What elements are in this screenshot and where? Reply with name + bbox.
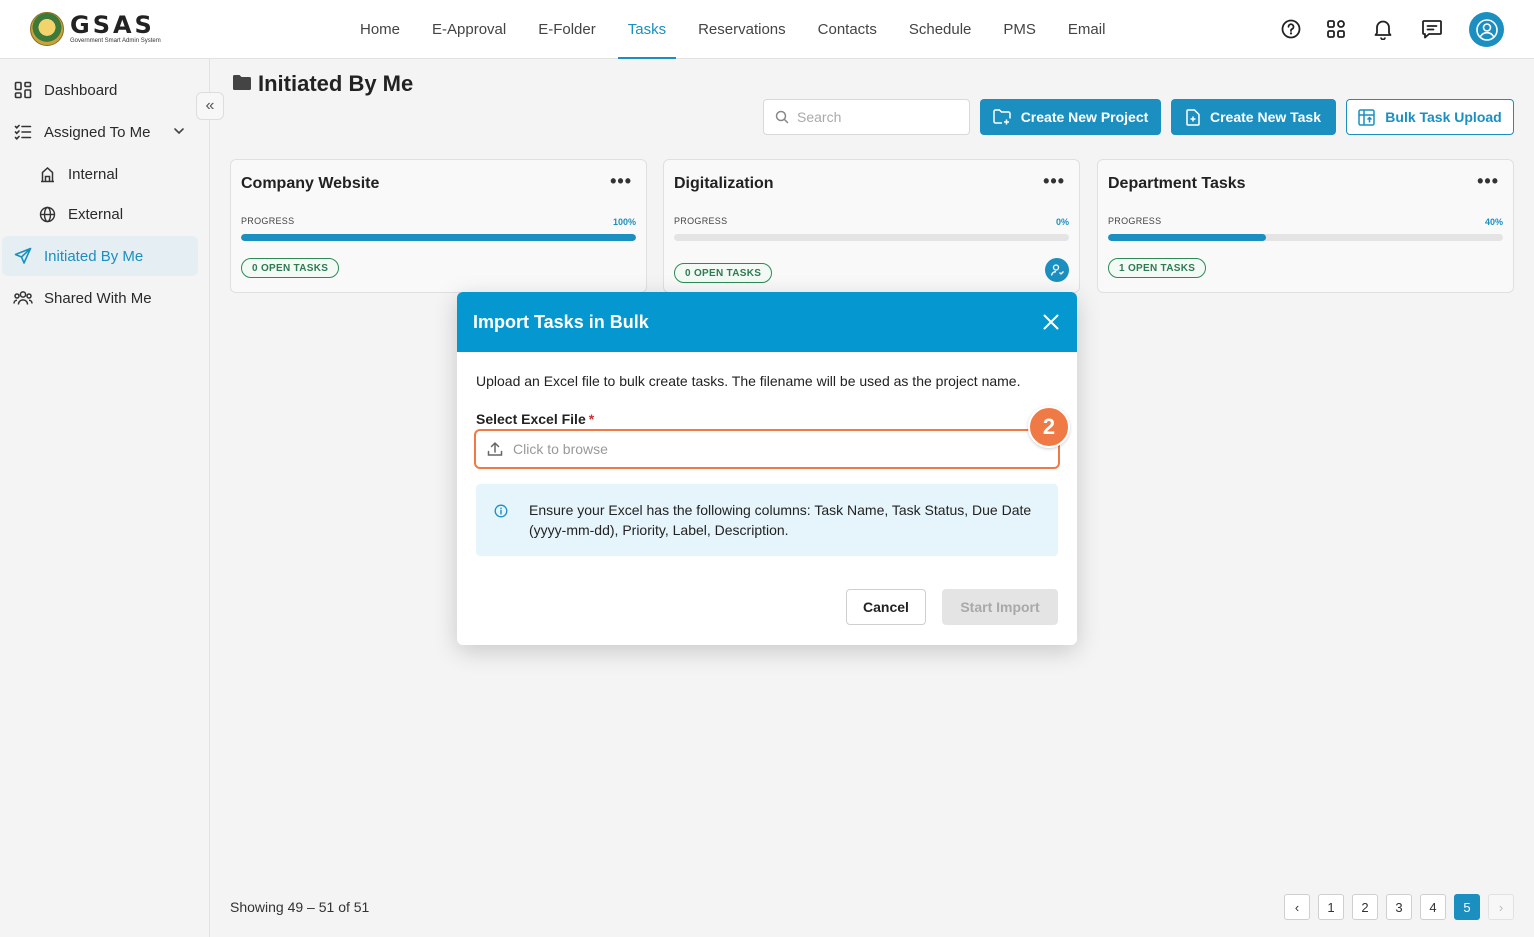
close-icon[interactable]	[1041, 312, 1061, 332]
info-text: Ensure your Excel has the following colu…	[529, 502, 1032, 538]
file-field-label-text: Select Excel File	[476, 411, 586, 427]
cancel-button[interactable]: Cancel	[846, 589, 926, 625]
info-notice: Ensure your Excel has the following colu…	[476, 484, 1058, 556]
file-field-label: Select Excel File *	[476, 411, 594, 427]
modal-title: Import Tasks in Bulk	[473, 311, 649, 332]
excel-file-input[interactable]: Click to browse	[474, 429, 1060, 469]
file-input-placeholder: Click to browse	[513, 441, 608, 457]
info-icon	[494, 504, 508, 523]
required-mark: *	[588, 411, 595, 427]
modal-header: Import Tasks in Bulk	[457, 292, 1077, 352]
import-tasks-modal: Import Tasks in Bulk Upload an Excel fil…	[457, 292, 1077, 645]
start-import-button[interactable]: Start Import	[942, 589, 1058, 625]
step-marker-badge: 2	[1028, 406, 1070, 448]
modal-description: Upload an Excel file to bulk create task…	[476, 373, 1021, 389]
upload-icon	[487, 441, 503, 457]
